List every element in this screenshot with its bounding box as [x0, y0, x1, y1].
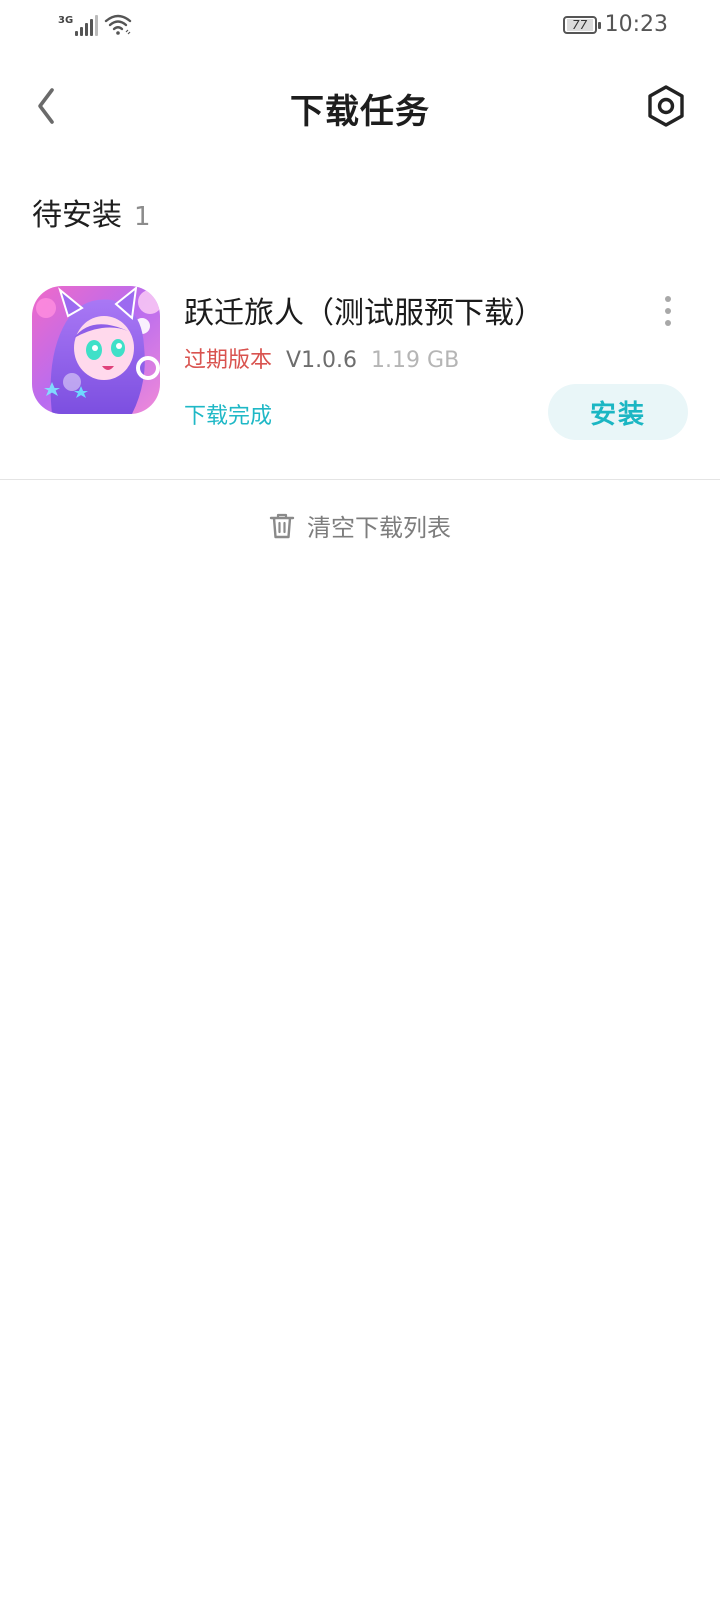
status-bar: 3G 77 10:23: [0, 0, 720, 52]
clear-download-list-label: 清空下载列表: [307, 514, 451, 542]
clear-download-list-button[interactable]: 清空下载列表: [0, 508, 720, 543]
status-time: 10:23: [604, 12, 668, 37]
section-count: 1: [134, 202, 151, 232]
page-title: 下载任务: [290, 92, 430, 132]
battery-level: 77: [566, 18, 593, 31]
app-meta: 过期版本 V1.0.6 1.19 GB: [184, 342, 459, 374]
signal-icon: [75, 14, 99, 36]
app-version: V1.0.6: [286, 348, 358, 373]
wifi-icon: [104, 14, 132, 35]
trash-icon: [269, 513, 295, 538]
battery-icon: 77: [562, 15, 601, 34]
more-dot-icon: [665, 308, 671, 314]
section-heading: 待安装 1: [32, 190, 151, 234]
install-button[interactable]: 安装: [548, 384, 688, 440]
settings-button[interactable]: [640, 80, 692, 132]
expired-version-tag: 过期版本: [184, 348, 273, 373]
more-options-button[interactable]: [656, 296, 680, 326]
settings-hexagon-icon: [648, 85, 684, 127]
app-name: 跃迁旅人（测试服预下载）: [184, 296, 544, 331]
app-header: 下载任务: [0, 68, 720, 144]
divider: [0, 479, 720, 480]
app-icon-artwork: [32, 286, 160, 414]
app-size: 1.19 GB: [371, 348, 460, 373]
network-type-label: 3G: [58, 15, 74, 26]
more-dot-icon: [665, 320, 671, 326]
more-dot-icon: [665, 296, 671, 302]
app-icon[interactable]: [32, 286, 160, 414]
download-item[interactable]: 跃迁旅人（测试服预下载） 过期版本 V1.0.6 1.19 GB 下载完成 安装: [0, 284, 720, 454]
section-title: 待安装: [32, 198, 122, 233]
download-status: 下载完成: [184, 404, 273, 429]
status-bar-right: 77 10:23: [562, 12, 668, 37]
status-bar-left: 3G: [58, 12, 132, 36]
